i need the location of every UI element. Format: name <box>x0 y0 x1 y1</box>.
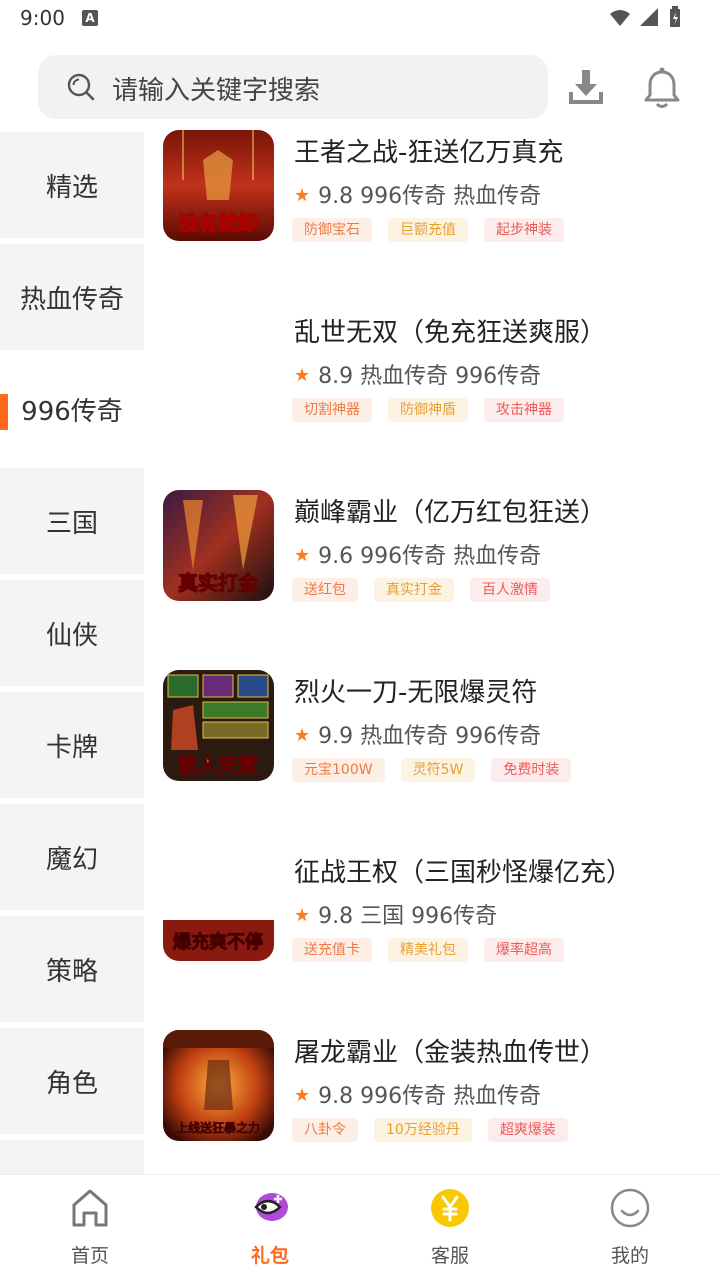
game-meta: ★ 9.8 996传奇 热血传奇 <box>294 1084 542 1109</box>
game-title: 乱世无双（免充狂送爽服） <box>294 318 607 348</box>
game-thumbnail <box>163 310 274 421</box>
status-time: 9:00 <box>20 6 65 30</box>
tag: 元宝100W <box>292 758 385 782</box>
status-bar: 9:00 A <box>0 0 720 40</box>
sidebar-item-featured[interactable]: 精选 <box>0 132 144 238</box>
game-title: 屠龙霸业（金装热血传世） <box>294 1038 607 1068</box>
game-list: 没有就卸 王者之战-狂送亿万真充 ★ 9.8 996传奇 热血传奇 防御宝石 巨额… <box>144 130 720 1174</box>
game-item[interactable]: 乱世无双（免充狂送爽服） ★ 8.9 热血传奇 996传奇 切割神器 防御神盾 攻… <box>144 310 720 490</box>
tag-list: 送红包 真实打金 百人激情 <box>292 578 550 602</box>
svg-text:散人天堂: 散人天堂 <box>178 753 258 777</box>
nav-profile[interactable]: 我的 <box>540 1175 720 1281</box>
category-sidebar: 精选 热血传奇 996传奇 三国 仙侠 卡牌 魔幻 策略 角色 <box>0 130 144 1174</box>
wifi-icon <box>610 10 630 26</box>
nav-label: 礼包 <box>250 1245 289 1267</box>
tag: 送红包 <box>292 578 358 602</box>
gift-icon <box>254 1193 288 1221</box>
star-icon: ★ <box>294 545 311 566</box>
battery-icon <box>670 6 680 27</box>
game-title: 巅峰霸业（亿万红包狂送） <box>294 498 607 528</box>
sidebar-item-rexue[interactable]: 热血传奇 <box>0 244 144 350</box>
tag: 灵符5W <box>400 758 476 782</box>
game-meta: ★ 9.8 996传奇 热血传奇 <box>294 184 542 209</box>
svg-text:上线送狂暴之力: 上线送狂暴之力 <box>176 1120 260 1135</box>
game-thumbnail: 没有就卸 <box>163 130 274 241</box>
search-placeholder: 请输入关键字搜索 <box>112 76 321 106</box>
tag-list: 元宝100W 灵符5W 免费时装 <box>292 758 572 782</box>
game-item[interactable]: 爆充爽不停 征战王权（三国秒怪爆亿充） ★ 9.8 三国 996传奇 送充值卡 精… <box>144 850 720 1030</box>
sidebar-item-strategy[interactable]: 策略 <box>0 916 144 1022</box>
signal-icon <box>640 8 658 26</box>
sidebar-item-sanguo[interactable]: 三国 <box>0 468 144 574</box>
accessibility-icon: A <box>82 10 98 26</box>
svg-text:没有就卸: 没有就卸 <box>178 211 258 235</box>
game-thumbnail: 上线送狂暴之力 <box>163 1030 274 1141</box>
bell-icon[interactable] <box>642 66 682 110</box>
sidebar-item-more[interactable] <box>0 1140 144 1174</box>
tag: 10万经验丹 <box>374 1118 472 1142</box>
tag: 爆率超高 <box>484 938 564 962</box>
star-icon: ★ <box>294 185 311 206</box>
game-thumbnail: 散人天堂 <box>163 670 274 781</box>
nav-service[interactable]: 客服 <box>360 1175 540 1281</box>
game-meta: ★ 9.9 热血传奇 996传奇 <box>294 724 542 749</box>
bottom-nav: 首页 礼包 客服 我的 <box>0 1174 720 1280</box>
tag: 精美礼包 <box>388 938 468 962</box>
download-icon[interactable] <box>566 68 606 108</box>
nav-label: 客服 <box>430 1245 469 1267</box>
game-title: 征战王权（三国秒怪爆亿充） <box>294 858 633 888</box>
game-item[interactable]: 没有就卸 王者之战-狂送亿万真充 ★ 9.8 996传奇 热血传奇 防御宝石 巨额… <box>144 130 720 310</box>
nav-label: 我的 <box>610 1245 649 1267</box>
tag: 百人激情 <box>470 578 550 602</box>
active-indicator <box>0 394 8 430</box>
nav-home[interactable]: 首页 <box>0 1175 180 1281</box>
nav-label: 首页 <box>70 1245 109 1267</box>
status-icons <box>610 6 680 27</box>
tag: 巨额充值 <box>388 218 468 242</box>
tag: 超爽爆装 <box>487 1118 568 1142</box>
tag: 防御神盾 <box>388 398 468 422</box>
game-item[interactable]: 散人天堂 烈火一刀-无限爆灵符 ★ 9.9 热血传奇 996传奇 元宝100W 灵… <box>144 670 720 850</box>
tag-list: 八卦令 10万经验丹 超爽爆装 <box>292 1118 568 1142</box>
game-thumbnail: 真实打金 <box>163 490 274 601</box>
star-icon: ★ <box>294 725 311 746</box>
sidebar-item-fantasy[interactable]: 魔幻 <box>0 804 144 910</box>
tag: 攻击神器 <box>484 398 564 422</box>
tag: 八卦令 <box>292 1118 358 1142</box>
tag: 防御宝石 <box>292 218 372 242</box>
star-icon: ★ <box>294 1085 311 1106</box>
tag-list: 防御宝石 巨额充值 起步神装 <box>292 218 564 242</box>
tag: 起步神装 <box>484 218 564 242</box>
game-title: 王者之战-狂送亿万真充 <box>294 138 564 168</box>
game-meta: ★ 9.6 996传奇 热血传奇 <box>294 544 542 569</box>
tag: 真实打金 <box>374 578 454 602</box>
tag-list: 切割神器 防御神盾 攻击神器 <box>292 398 564 422</box>
tag: 切割神器 <box>292 398 372 422</box>
star-icon: ★ <box>294 905 311 926</box>
sidebar-item-xianxia[interactable]: 仙侠 <box>0 580 144 686</box>
game-meta: ★ 9.8 三国 996传奇 <box>294 904 498 929</box>
tag-list: 送充值卡 精美礼包 爆率超高 <box>292 938 564 962</box>
game-thumbnail: 爆充爽不停 <box>163 850 274 961</box>
sidebar-item-card[interactable]: 卡牌 <box>0 692 144 798</box>
nav-gift[interactable]: 礼包 <box>180 1175 360 1281</box>
search-icon <box>67 73 95 101</box>
home-icon <box>72 1189 108 1227</box>
yuan-icon <box>431 1189 469 1227</box>
sidebar-item-rpg[interactable]: 角色 <box>0 1028 144 1134</box>
tag: 送充值卡 <box>292 938 372 962</box>
top-bar: 请输入关键字搜索 <box>0 40 720 130</box>
game-item[interactable]: 上线送狂暴之力 屠龙霸业（金装热血传世） ★ 9.8 996传奇 热血传奇 八卦令… <box>144 1030 720 1174</box>
svg-text:爆充爽不停: 爆充爽不停 <box>173 931 263 953</box>
game-meta: ★ 8.9 热血传奇 996传奇 <box>294 364 542 389</box>
game-item[interactable]: 真实打金 巅峰霸业（亿万红包狂送） ★ 9.6 996传奇 热血传奇 送红包 真实… <box>144 490 720 670</box>
sidebar-item-996[interactable]: 996传奇 <box>0 356 144 462</box>
game-title: 烈火一刀-无限爆灵符 <box>294 678 538 708</box>
star-icon: ★ <box>294 365 311 386</box>
svg-text:真实打金: 真实打金 <box>178 571 259 595</box>
smile-icon <box>610 1188 650 1228</box>
tag: 免费时装 <box>491 758 572 782</box>
search-input[interactable]: 请输入关键字搜索 <box>38 55 548 119</box>
